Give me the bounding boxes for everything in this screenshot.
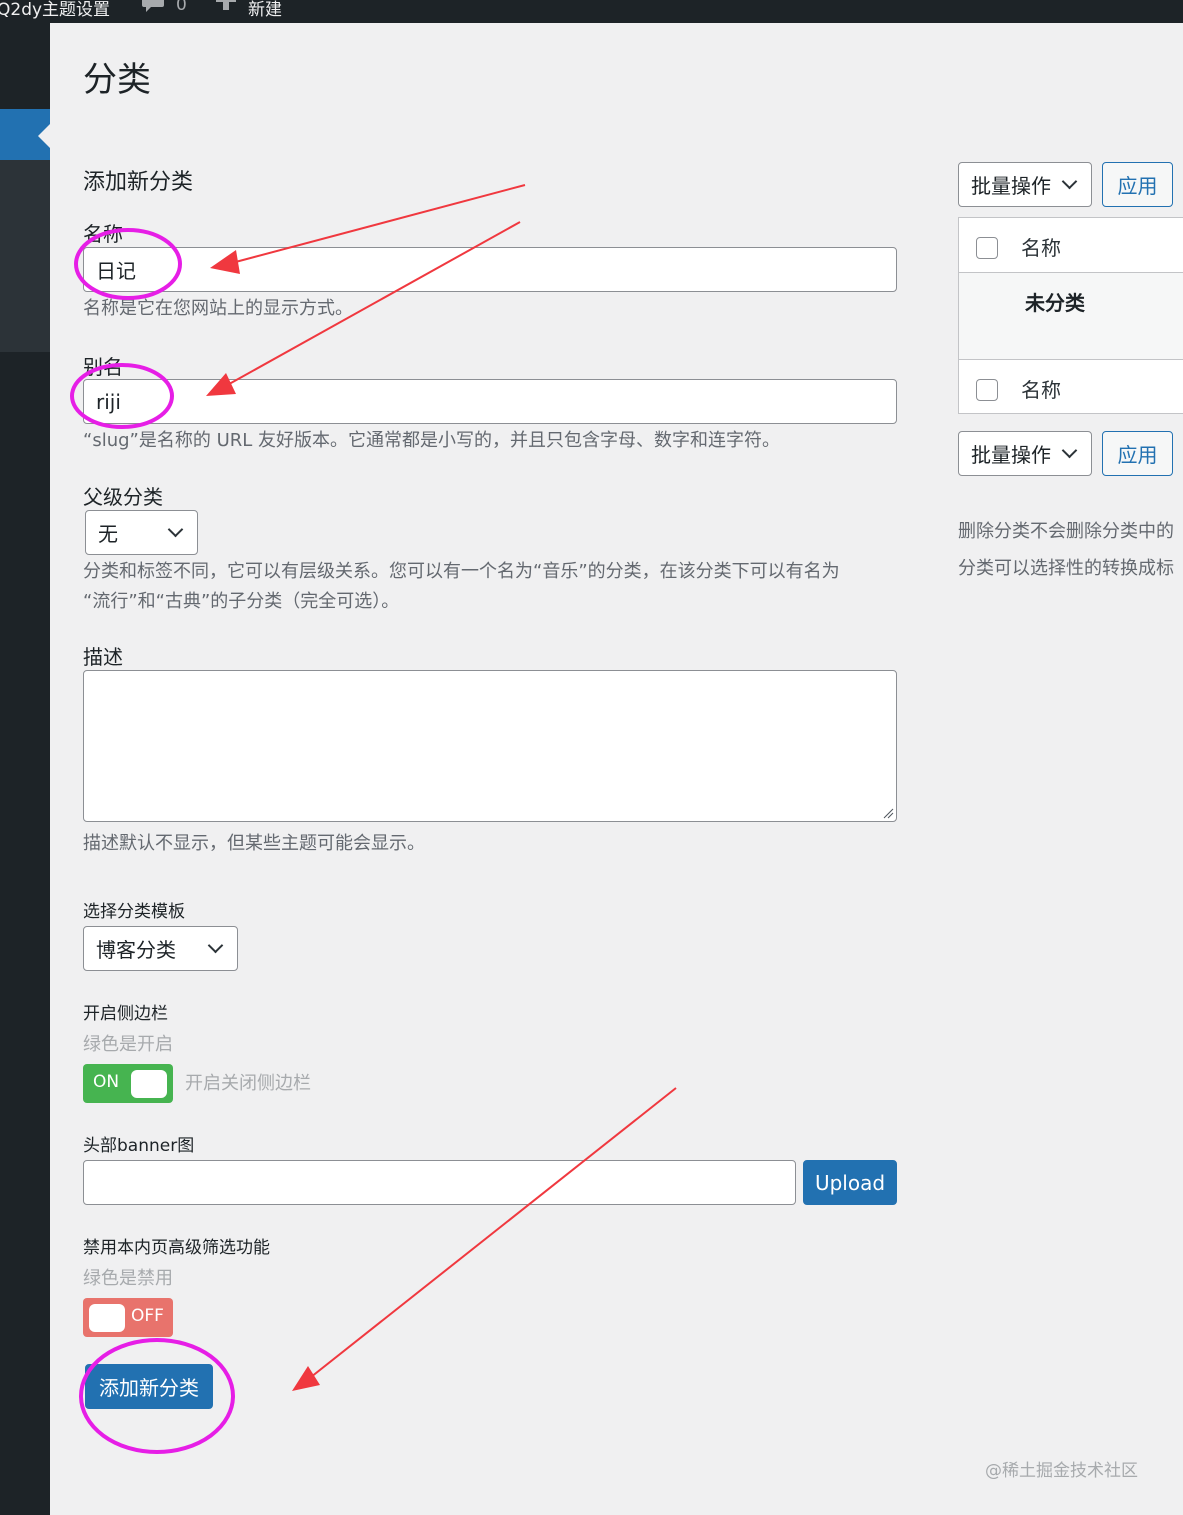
name-input-value: 日记 <box>96 259 136 283</box>
watermark: @稀土掘金技术社区 <box>985 1461 1138 1481</box>
parent-select-value: 无 <box>98 522 118 546</box>
name-input[interactable]: 日记 <box>83 247 897 292</box>
filter-toggle-label: 禁用本内页高级筛选功能 <box>83 1238 270 1258</box>
list-note-line2: 分类可以选择性的转换成标 <box>958 558 1174 579</box>
resize-handle-icon[interactable] <box>882 807 894 819</box>
parent-select[interactable]: 无 <box>85 510 198 555</box>
categories-table: 名称 未分类 名称 <box>958 217 1183 414</box>
description-help: 描述默认不显示，但某些主题可能会显示。 <box>83 833 425 854</box>
sidebar-toggle[interactable]: ON <box>83 1064 173 1103</box>
description-textarea[interactable] <box>83 670 897 822</box>
upload-button[interactable]: Upload <box>803 1160 897 1205</box>
apply-button-top[interactable]: 应用 <box>1102 162 1173 207</box>
parent-label: 父级分类 <box>83 485 163 509</box>
template-label: 选择分类模板 <box>83 902 185 922</box>
toggle-knob <box>89 1304 125 1332</box>
sidebar-submenu[interactable] <box>0 160 50 352</box>
form-title: 添加新分类 <box>83 170 194 195</box>
parent-help-line1: 分类和标签不同，它可以有层级关系。您可以有一个名为“音乐”的分类，在该分类下可以… <box>83 561 840 582</box>
filter-toggle-hint: 绿色是禁用 <box>83 1268 173 1289</box>
template-select[interactable]: 博客分类 <box>83 926 238 971</box>
filter-toggle-state: OFF <box>131 1306 164 1326</box>
page-title: 分类 <box>83 60 151 100</box>
table-footer: 名称 <box>959 360 1183 415</box>
admin-sidebar <box>0 23 50 1515</box>
banner-label: 头部banner图 <box>83 1136 195 1156</box>
chevron-down-icon <box>207 937 224 954</box>
select-all-checkbox-footer[interactable] <box>976 379 998 401</box>
sidebar-toggle-desc: 开启关闭侧边栏 <box>185 1073 311 1094</box>
admin-bar: Q2dy主题设置 0 新建 <box>0 0 1183 23</box>
name-help: 名称是它在您网站上的显示方式。 <box>83 298 353 319</box>
annotation-arrow <box>305 1087 677 1382</box>
parent-help-line2: “流行”和“古典”的子分类（完全可选）。 <box>83 591 400 612</box>
bulk-actions-select-bottom[interactable]: 批量操作 <box>958 431 1092 476</box>
chevron-down-icon <box>1061 173 1078 190</box>
template-select-value: 博客分类 <box>96 938 176 962</box>
description-label: 描述 <box>83 645 123 669</box>
apply-button-bottom[interactable]: 应用 <box>1102 431 1173 476</box>
active-menu-pointer <box>38 124 50 148</box>
column-header-name[interactable]: 名称 <box>1021 232 1061 261</box>
site-name-link[interactable]: Q2dy主题设置 <box>0 0 110 20</box>
column-footer-name[interactable]: 名称 <box>1021 374 1061 403</box>
bulk-actions-select-top[interactable]: 批量操作 <box>958 162 1092 207</box>
toggle-knob <box>131 1070 167 1098</box>
table-header: 名称 <box>959 218 1183 273</box>
name-label: 名称 <box>83 222 123 246</box>
slug-input[interactable]: riji <box>83 379 897 424</box>
select-all-checkbox[interactable] <box>976 237 998 259</box>
add-category-button[interactable]: 添加新分类 <box>85 1364 213 1409</box>
comments-icon[interactable] <box>142 0 164 16</box>
banner-input[interactable] <box>83 1160 796 1205</box>
slug-label: 别名 <box>83 355 123 379</box>
annotation-arrowhead <box>292 1366 320 1391</box>
chevron-down-icon <box>1061 442 1078 459</box>
chevron-down-icon <box>167 521 184 538</box>
row-category-name[interactable]: 未分类 <box>1025 287 1085 316</box>
bulk-actions-value: 批量操作 <box>971 174 1051 198</box>
plus-icon[interactable] <box>216 0 236 14</box>
comments-count[interactable]: 0 <box>176 0 187 15</box>
slug-input-value: riji <box>96 389 121 414</box>
filter-toggle[interactable]: OFF <box>83 1298 173 1337</box>
new-content-link[interactable]: 新建 <box>248 0 282 20</box>
sidebar-toggle-hint: 绿色是开启 <box>83 1034 173 1055</box>
list-note-line1: 删除分类不会删除分类中的 <box>958 521 1174 542</box>
sidebar-toggle-label: 开启侧边栏 <box>83 1004 168 1024</box>
slug-help: “slug”是名称的 URL 友好版本。它通常都是小写的，并且只包含字母、数字和… <box>83 430 781 451</box>
table-row: 未分类 <box>959 273 1183 360</box>
sidebar-toggle-state: ON <box>93 1072 120 1092</box>
bulk-actions-value: 批量操作 <box>971 443 1051 467</box>
